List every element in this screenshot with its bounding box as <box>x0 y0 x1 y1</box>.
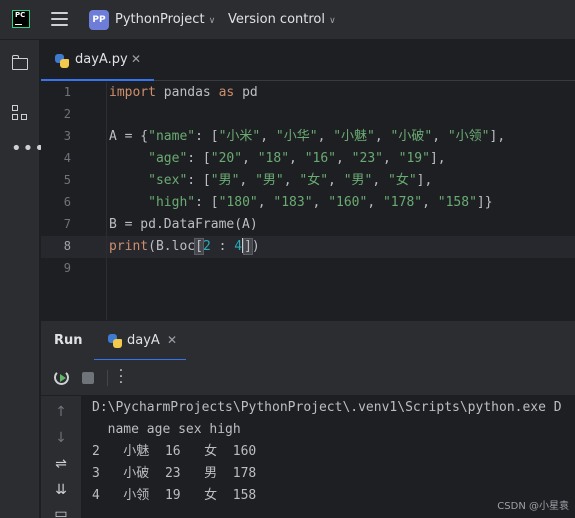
more-options-icon[interactable]: · · · <box>118 364 124 390</box>
run-tool-window-header: Run dayA ✕ <box>41 320 575 361</box>
code-line: B = pd.DataFrame(A) <box>109 217 258 232</box>
close-icon[interactable]: ✕ <box>131 52 141 66</box>
main-menu-icon[interactable] <box>51 12 68 26</box>
code-editor[interactable]: 1 2 3 4 5 6 7 8 9 import pandas as pd A … <box>41 82 575 320</box>
pycharm-logo-icon[interactable]: PC <box>12 10 30 28</box>
line-number: 9 <box>63 261 71 275</box>
more-tool-windows-icon[interactable]: ••• <box>11 140 45 162</box>
project-folder-icon[interactable] <box>11 54 29 72</box>
project-badge[interactable]: PP <box>89 10 109 30</box>
editor-tab-bar: dayA.py ✕ <box>41 40 575 81</box>
arrow-down-icon[interactable]: ↓ <box>53 430 69 446</box>
project-name: PythonProject <box>115 12 205 27</box>
line-number: 5 <box>63 173 71 187</box>
code-line: print(B.loc[2 : 4]) <box>109 238 260 255</box>
console-line: 3 小破 23 男 178 <box>92 466 257 481</box>
python-file-icon <box>108 334 122 348</box>
code-line: "age": ["20", "18", "16", "23", "19"], <box>148 151 446 166</box>
console-line: 4 小领 19 女 158 <box>92 488 257 503</box>
print-icon[interactable]: ▭ <box>53 506 69 518</box>
line-number: 1 <box>63 85 71 99</box>
console-line: name age sex high <box>92 422 241 437</box>
version-control-menu[interactable]: Version control ∨ <box>228 12 336 27</box>
code-line: "high": ["180", "183", "160", "178", "15… <box>148 195 493 210</box>
run-toolbar: · · · <box>41 360 575 396</box>
project-selector[interactable]: PythonProject ∨ <box>115 12 215 27</box>
line-number-gutter: 1 2 3 4 5 6 7 8 9 <box>41 82 106 320</box>
tab-label: dayA.py <box>75 52 128 67</box>
watermark: CSDN @小星袁 <box>497 501 569 512</box>
console-actions: ↑ ↓ ⇌ ⇊ ▭ <box>41 396 81 518</box>
main-toolbar: PC PP PythonProject ∨ Version control ∨ <box>0 0 575 40</box>
console-line: D:\PycharmProjects\PythonProject\.venv1\… <box>92 400 562 415</box>
code-line: import pandas as pd <box>109 85 258 100</box>
line-number: 8 <box>63 239 71 253</box>
run-tab-label: dayA <box>127 333 160 348</box>
line-number: 7 <box>63 217 71 231</box>
rerun-icon[interactable] <box>54 370 69 385</box>
run-tab-daya[interactable]: dayA ✕ <box>94 321 186 361</box>
stop-icon[interactable] <box>82 372 94 384</box>
python-file-icon <box>55 54 69 68</box>
line-number: 6 <box>63 195 71 209</box>
arrow-up-icon[interactable]: ↑ <box>53 404 69 420</box>
chevron-down-icon: ∨ <box>329 16 336 26</box>
line-number: 4 <box>63 151 71 165</box>
scroll-to-end-icon[interactable]: ⇊ <box>53 482 69 498</box>
close-icon[interactable]: ✕ <box>167 333 177 347</box>
run-title: Run <box>54 333 83 348</box>
line-number: 2 <box>63 107 71 121</box>
chevron-down-icon: ∨ <box>208 16 216 26</box>
line-number: 3 <box>63 129 71 143</box>
structure-icon[interactable] <box>11 104 29 122</box>
soft-wrap-icon[interactable]: ⇌ <box>53 456 69 472</box>
code-line: A = {"name": ["小米", "小华", "小魅", "小破", "小… <box>109 129 506 144</box>
version-control-label: Version control <box>228 12 325 27</box>
code-line: "sex": ["男", "男", "女", "男", "女"], <box>148 173 433 188</box>
console-line: 2 小魅 16 女 160 <box>92 444 257 459</box>
tab-daya-py[interactable]: dayA.py ✕ <box>41 40 154 81</box>
tool-window-bar: ••• <box>0 40 45 518</box>
